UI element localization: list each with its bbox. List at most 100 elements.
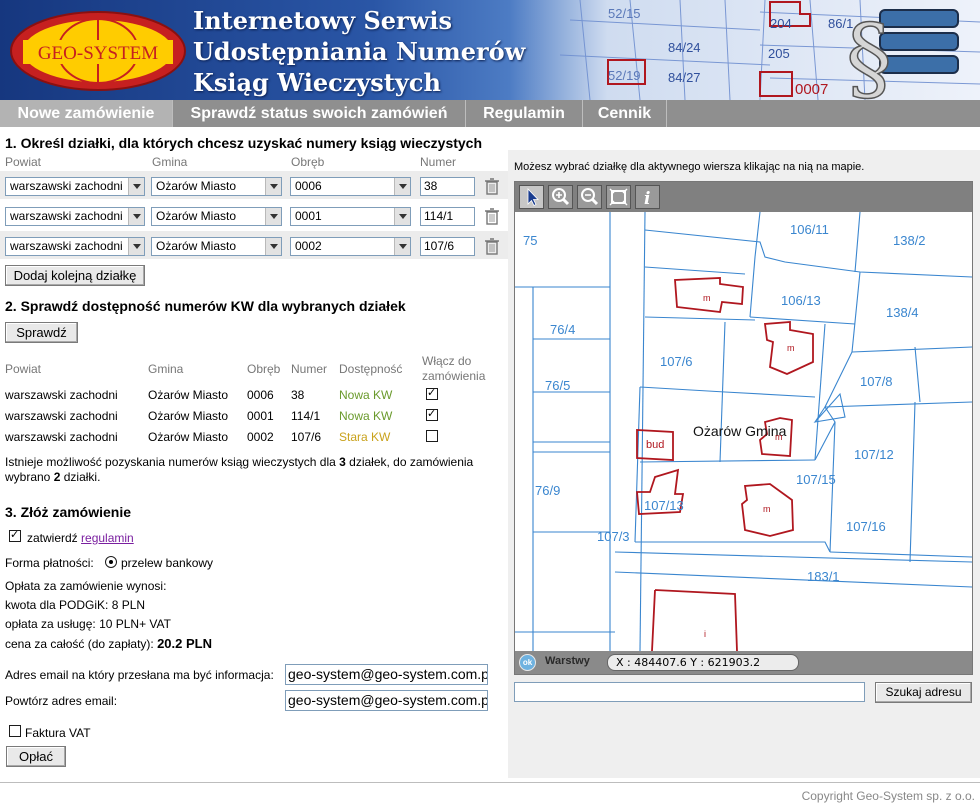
zoom-out-icon (581, 188, 599, 206)
include-checkbox[interactable] (426, 407, 438, 421)
zoom-in-tool[interactable] (548, 185, 573, 209)
trash-icon[interactable] (484, 238, 500, 255)
fee-service: opłata za usługę: 10 PLN+ VAT (5, 617, 171, 631)
header-map-label: 52/19 (608, 68, 641, 83)
building-mark: m (763, 504, 771, 514)
info-tool[interactable]: i (635, 185, 660, 209)
result-powiat: warszawski zachodni (5, 409, 118, 423)
geo-system-logo: GEO-SYSTEM (10, 11, 186, 91)
email-repeat-label: Powtórz adres email: (5, 694, 118, 708)
gmina-select[interactable]: Ożarów Miasto (151, 207, 282, 226)
full-extent-tool[interactable] (606, 185, 631, 209)
building-mark: m (703, 293, 711, 303)
powiat-select[interactable]: warszawski zachodni (5, 177, 145, 196)
tab-order-status[interactable]: Sprawdź status swoich zamówień (173, 100, 466, 127)
parcel-label: 76/5 (545, 378, 570, 393)
trash-icon[interactable] (484, 208, 500, 225)
obreb-select[interactable]: 0006 (290, 177, 411, 196)
numer-input[interactable]: 114/1 (420, 207, 475, 226)
obreb-select[interactable]: 0001 (290, 207, 411, 226)
header-map-label: 0007 (795, 81, 828, 98)
tab-new-order[interactable]: Nowe zamówienie (0, 100, 173, 127)
chevron-down-icon (394, 208, 410, 225)
title-line: Ksiąg Wieczystych (193, 68, 441, 97)
gmina-select[interactable]: Ożarów Miasto (151, 177, 282, 196)
header-map-label: 204 (770, 16, 792, 31)
pay-button[interactable]: Opłać (6, 746, 66, 767)
email-input[interactable]: geo-system@geo-system.com.pl (285, 664, 488, 685)
building-mark: m (775, 432, 783, 442)
result-numer: 38 (291, 388, 305, 402)
gmina-select[interactable]: Ożarów Miasto (151, 237, 282, 256)
invoice-checkbox[interactable] (9, 725, 21, 737)
svg-text:i: i (644, 189, 650, 208)
obreb-select[interactable]: 0002 (290, 237, 411, 256)
col-obreb-label: Obręb (291, 155, 325, 169)
header-map-label: 84/24 (668, 40, 701, 55)
building-marks: m m m m i (703, 293, 795, 639)
result-status: Nowa KW (339, 409, 393, 423)
invoice-label: Faktura VAT (25, 726, 91, 740)
col-availability-label: Dostępność (339, 362, 403, 376)
result-numer: 114/1 (291, 409, 321, 423)
map-toolbar: i (515, 182, 972, 212)
chevron-down-icon (128, 178, 144, 195)
parcel-label: 107/13 (644, 498, 684, 513)
chevron-down-icon (265, 178, 281, 195)
payment-radio[interactable] (105, 556, 117, 568)
parcel-label: bud (646, 439, 664, 451)
col-powiat-label: Powiat (5, 362, 42, 376)
numer-input[interactable]: 107/6 (420, 237, 475, 256)
map-viewer[interactable]: i 75 106/11 138/2 106/13 138/4 76/4 107/… (514, 181, 973, 675)
building-mark: i (704, 629, 706, 639)
layers-button[interactable]: Warstwy (545, 655, 590, 667)
header: 52/15 204 86/1 205 84/24 52/19 84/27 000… (0, 0, 980, 100)
svg-text:§: § (846, 5, 892, 100)
section2-heading: 2. Sprawdź dostępność numerów KW dla wyb… (5, 298, 406, 314)
title-line: Udostępniania Numerów (193, 37, 526, 66)
regulamin-link[interactable]: regulamin (81, 531, 134, 545)
tab-regulamin[interactable]: Regulamin (466, 100, 583, 127)
trash-icon[interactable] (484, 178, 500, 195)
parcel-label: 107/15 (796, 472, 836, 487)
parcel-label: 76/9 (535, 483, 560, 498)
result-status: Nowa KW (339, 388, 393, 402)
parcel-label: 107/6 (660, 354, 693, 369)
ok-icon[interactable]: ok (519, 654, 536, 671)
parcel-labels: 75 106/11 138/2 106/13 138/4 76/4 107/6 … (523, 222, 926, 584)
zoom-in-icon (552, 188, 570, 206)
pointer-tool[interactable] (519, 185, 544, 209)
payment-form-label: Forma płatności: (5, 556, 94, 570)
include-checkbox[interactable] (426, 386, 438, 400)
col-gmina-label: Gmina (148, 362, 184, 376)
result-obreb: 0006 (247, 388, 274, 402)
email-label: Adres email na który przesłana ma być in… (5, 668, 274, 682)
confirm-terms-checkbox[interactable] (9, 528, 21, 542)
check-button[interactable]: Sprawdź (5, 322, 78, 343)
header-map-label: 84/27 (668, 70, 701, 85)
result-numer: 107/6 (291, 430, 322, 444)
header-map-label: 52/15 (608, 6, 641, 21)
chevron-down-icon (128, 208, 144, 225)
include-checkbox[interactable] (426, 430, 438, 442)
result-powiat: warszawski zachodni (5, 430, 118, 444)
search-address-button[interactable]: Szukaj adresu (875, 682, 972, 703)
cadastral-map[interactable]: 75 106/11 138/2 106/13 138/4 76/4 107/6 … (515, 212, 972, 651)
logo-text: GEO-SYSTEM (38, 43, 158, 64)
numer-input[interactable]: 38 (420, 177, 475, 196)
email-repeat-input[interactable]: geo-system@geo-system.com.pl (285, 690, 488, 711)
add-parcel-button[interactable]: Dodaj kolejną działkę (5, 265, 145, 286)
tab-cennik[interactable]: Cennik (583, 100, 667, 127)
chevron-down-icon (265, 208, 281, 225)
cursor-arrow-icon (527, 188, 539, 207)
parcel-label: 107/8 (860, 374, 893, 389)
col-include-label: zamówienia (422, 369, 486, 383)
address-search-input[interactable] (514, 682, 865, 702)
powiat-select[interactable]: warszawski zachodni (5, 237, 145, 256)
result-obreb: 0002 (247, 430, 274, 444)
powiat-select[interactable]: warszawski zachodni (5, 207, 145, 226)
zoom-out-tool[interactable] (577, 185, 602, 209)
parcel-label: 107/16 (846, 519, 886, 534)
col-numer-label: Numer (420, 155, 457, 169)
info-icon: i (644, 189, 650, 209)
